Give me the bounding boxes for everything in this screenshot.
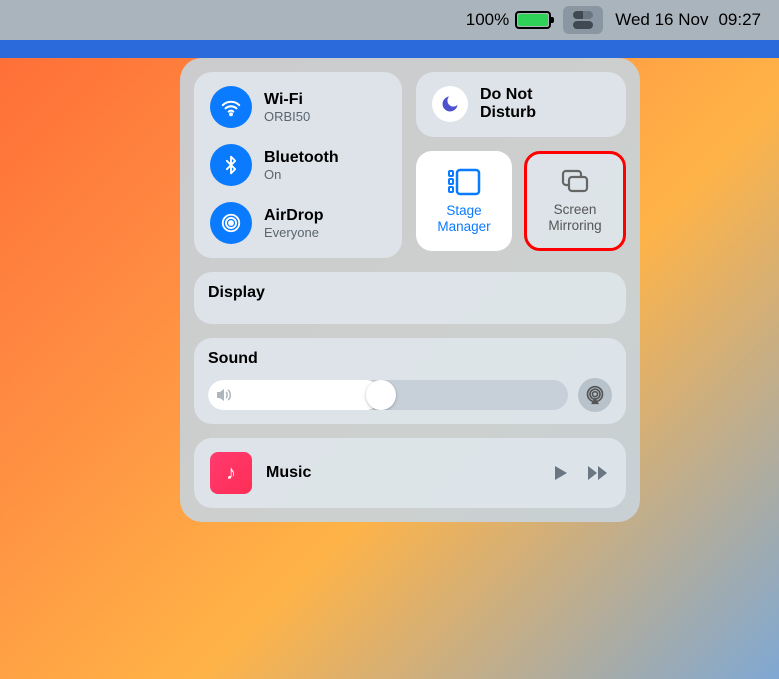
airdrop-toggle[interactable]: AirDrop Everyone [210,202,386,244]
bluetooth-status: On [264,167,339,182]
dnd-label: Do Not Disturb [480,86,536,123]
datetime[interactable]: Wed 16 Nov 09:27 [615,10,761,30]
next-track-button[interactable] [586,464,610,482]
speaker-icon [216,388,232,402]
battery-icon [515,11,551,29]
airplay-audio-button[interactable] [578,378,612,412]
control-center-button[interactable] [563,6,603,34]
now-playing-card[interactable]: ♪ Music [194,438,626,508]
battery-indicator[interactable]: 100% [466,10,551,30]
display-card: Display ☀ [194,272,626,324]
music-title: Music [266,464,538,482]
sound-card: Sound [194,338,626,424]
display-label: Display [208,284,612,302]
sound-label: Sound [208,350,612,368]
airdrop-label: AirDrop [264,207,324,225]
sound-volume-slider[interactable] [208,380,568,410]
airdrop-icon [210,202,252,244]
wifi-icon [210,86,252,128]
stage-manager-icon [447,167,481,197]
time: 09:27 [718,10,761,30]
moon-icon [432,86,468,122]
bluetooth-label: Bluetooth [264,149,339,167]
wifi-toggle[interactable]: Wi-Fi ORBI50 [210,86,386,128]
connectivity-card: Wi-Fi ORBI50 Bluetooth On AirDrop [194,72,402,258]
focus-toggle[interactable]: Do Not Disturb [416,72,626,137]
screen-mirroring-button[interactable]: Screen Mirroring [524,151,626,251]
play-button[interactable] [552,464,570,482]
stage-manager-button[interactable]: Stage Manager [416,151,512,251]
screen-mirroring-label: Screen Mirroring [531,202,619,234]
battery-percent: 100% [466,10,509,30]
stage-manager-label: Stage Manager [420,203,508,235]
control-center-panel: Wi-Fi ORBI50 Bluetooth On AirDrop [180,58,640,522]
airplay-icon [585,385,605,405]
wifi-status: ORBI50 [264,109,310,124]
music-app-icon: ♪ [210,452,252,494]
menubar: 100% Wed 16 Nov 09:27 [0,0,779,40]
window-titlebar [0,40,779,58]
airdrop-status: Everyone [264,225,324,240]
date: Wed 16 Nov [615,10,708,30]
bluetooth-toggle[interactable]: Bluetooth On [210,144,386,186]
screen-mirroring-icon [560,168,590,196]
bluetooth-icon [210,144,252,186]
wifi-label: Wi-Fi [264,91,310,109]
